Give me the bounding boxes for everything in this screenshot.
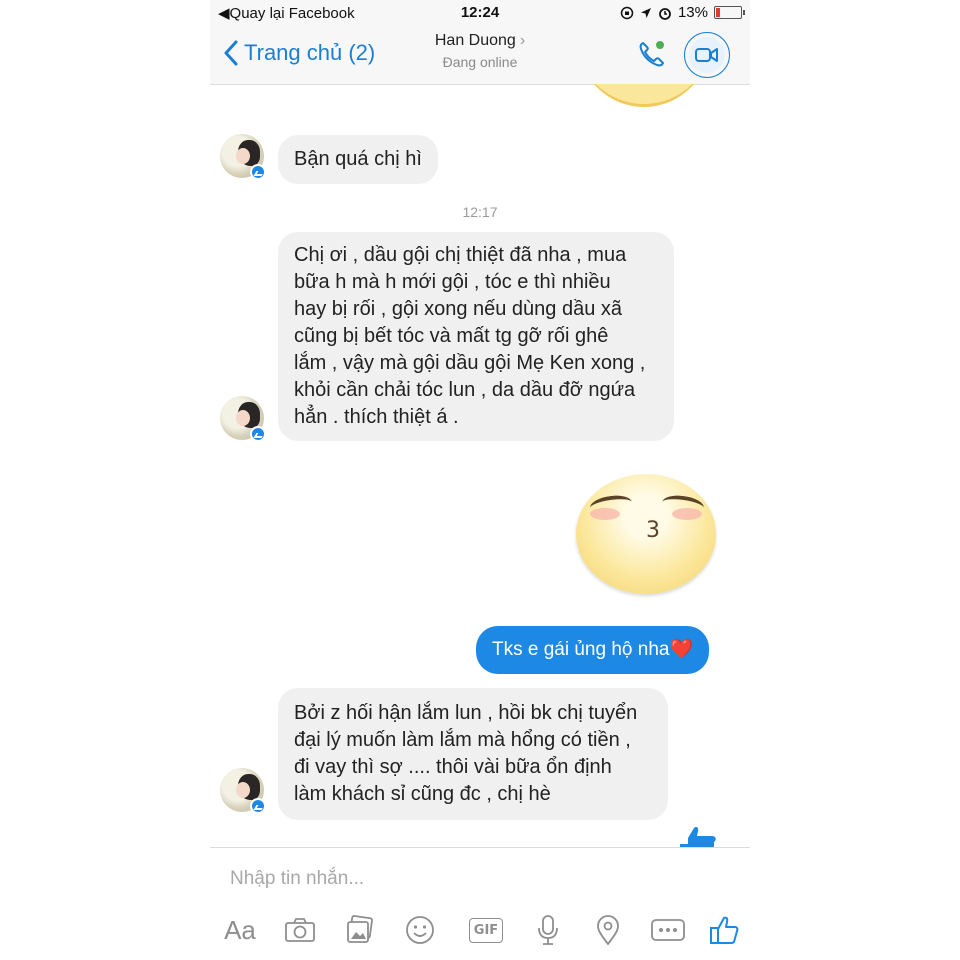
avatar[interactable] <box>220 396 266 442</box>
message-text: Tks e gái ủng hộ nha❤️ <box>492 639 694 660</box>
emoji-button[interactable] <box>400 910 440 950</box>
message-line: Chị ơi , dầu gội chị thiệt đã nha , mua <box>294 244 627 266</box>
message-bubble-incoming[interactable]: Bận quá chị hì <box>278 135 438 184</box>
text-format-button[interactable]: Aa <box>220 910 260 950</box>
avatar[interactable] <box>220 134 266 180</box>
video-camera-icon <box>695 48 718 62</box>
message-bubble-incoming[interactable]: Chị ơi , dầu gội chị thiệt đã nha , mua … <box>278 232 674 441</box>
chevron-right-icon: › <box>519 32 526 49</box>
smiley-icon <box>406 916 434 944</box>
alarm-icon <box>659 7 671 20</box>
message-line: làm khách sỉ cũng đc , chị hè <box>294 783 551 805</box>
conversation-header: Trang chủ (2) Han Duong › Đang online <box>210 28 750 85</box>
message-line: cũng bị bết tóc và mất tg gỡ rối ghê <box>294 325 609 347</box>
messenger-screen: ◀Quay lại Facebook 12:24 13% Trang chủ (… <box>210 0 750 960</box>
gif-icon: GIF <box>468 917 504 943</box>
photo-gallery-icon <box>347 915 373 943</box>
message-line: bữa h mà h mới gội , tóc e thì nhiều <box>294 271 611 293</box>
contact-name: Han Duong <box>434 32 516 49</box>
avatar[interactable] <box>220 768 266 814</box>
message-input[interactable]: Nhập tin nhắn... <box>230 868 364 890</box>
phone-icon <box>639 41 664 67</box>
contact-info[interactable]: Han Duong › Đang online <box>210 32 750 70</box>
message-text: Bận quá chị hì <box>294 148 422 170</box>
timestamp: 12:17 <box>462 204 498 220</box>
composer: Nhập tin nhắn... Aa GIF <box>210 847 750 960</box>
kiss-face-sticker[interactable]: 3 <box>576 474 716 594</box>
map-pin-icon <box>597 915 619 946</box>
camera-icon <box>285 918 315 942</box>
aa-label: Aa <box>224 914 256 945</box>
voice-message-button[interactable] <box>528 910 568 950</box>
location-button[interactable] <box>588 910 628 950</box>
gif-label: GIF <box>473 922 499 938</box>
battery-percent: 13% <box>677 4 708 21</box>
composer-toolbar: Aa GIF <box>218 910 746 950</box>
battery-icon <box>714 6 745 19</box>
message-line: Bởi z hối hận lắm lun , hồi bk chị tuyển <box>294 702 638 724</box>
camera-button[interactable] <box>280 910 320 950</box>
microphone-icon <box>538 915 558 945</box>
message-line: khỏi cần chải tóc lun , da dầu đỡ ngứa <box>294 379 636 401</box>
messenger-badge-icon <box>250 164 266 180</box>
more-button[interactable] <box>648 910 688 950</box>
previous-sticker <box>578 84 710 107</box>
messenger-badge-icon <box>250 426 266 442</box>
thumbs-up-sticker-icon <box>680 827 716 847</box>
location-icon <box>640 7 651 18</box>
message-line: đại lý muốn làm lắm mà hổng có tiền , <box>294 729 631 751</box>
messenger-badge-icon <box>250 798 266 814</box>
message-bubble-incoming[interactable]: Bởi z hối hận lắm lun , hồi bk chị tuyển… <box>278 688 668 820</box>
message-line: lắm , vậy mà gội dầu gội Mẹ Ken xong , <box>294 352 646 374</box>
message-list[interactable]: Bận quá chị hì 12:17 Chị ơi , dầu gội ch… <box>210 84 750 847</box>
voice-call-button[interactable] <box>636 38 668 70</box>
video-call-button[interactable] <box>684 32 730 78</box>
message-line: đi vay thì sợ .... thôi vài bữa ổn định <box>294 756 612 778</box>
gallery-button[interactable] <box>340 910 380 950</box>
message-line: hẳn . thích thiệt á . <box>294 406 459 428</box>
status-bar: ◀Quay lại Facebook 12:24 13% <box>210 0 750 28</box>
message-bubble-outgoing[interactable]: Tks e gái ủng hộ nha❤️ <box>476 626 710 674</box>
more-dots-icon <box>651 919 685 941</box>
thumbs-up-icon <box>710 916 739 944</box>
gif-button[interactable]: GIF <box>466 910 506 950</box>
message-line: hay bị rối , gội xong nếu dùng dầu xã <box>294 298 623 320</box>
contact-status: Đang online <box>442 54 518 70</box>
rotation-lock-icon <box>620 6 634 19</box>
like-button[interactable] <box>704 910 744 950</box>
status-icons: 13% <box>620 4 745 21</box>
